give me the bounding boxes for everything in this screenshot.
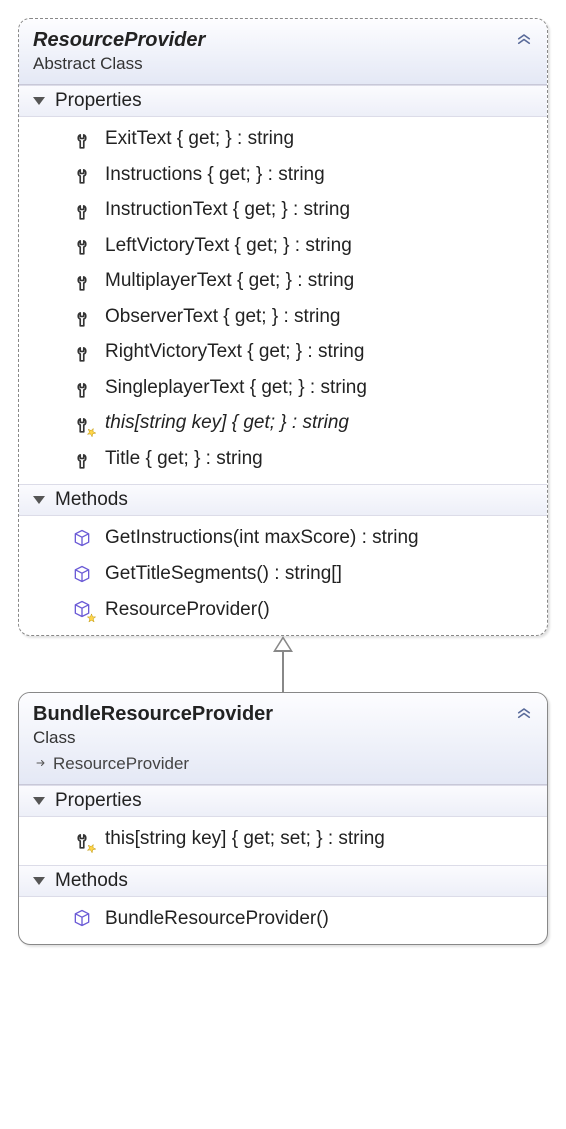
member-row[interactable]: InstructionText { get; } : string: [19, 192, 547, 228]
member-signature: RightVictoryText { get; } : string: [105, 338, 364, 366]
member-row[interactable]: GetInstructions(int maxScore) : string: [19, 520, 547, 556]
section-title: Properties: [55, 790, 142, 812]
cube-icon: [71, 598, 93, 620]
section-header[interactable]: Methods: [19, 484, 547, 516]
collapse-chevron-icon[interactable]: [515, 29, 533, 53]
wrench-icon: [71, 270, 93, 292]
wrench-icon: [71, 234, 93, 256]
wrench-icon: [71, 828, 93, 850]
member-row[interactable]: ExitText { get; } : string: [19, 121, 547, 157]
class-stereotype: Class: [33, 728, 533, 748]
section-header[interactable]: Methods: [19, 865, 547, 897]
member-row[interactable]: Title { get; } : string: [19, 441, 547, 477]
member-signature: ResourceProvider(): [105, 596, 270, 624]
wrench-icon: [71, 377, 93, 399]
inherits-label: ResourceProvider: [33, 754, 533, 774]
inherit-arrow-icon: [33, 756, 49, 773]
cube-icon: [71, 907, 93, 929]
member-signature: InstructionText { get; } : string: [105, 196, 350, 224]
member-list: BundleResourceProvider(): [19, 897, 547, 945]
member-row[interactable]: BundleResourceProvider(): [19, 901, 547, 937]
wrench-icon: [71, 341, 93, 363]
chevron-down-icon: [33, 97, 45, 105]
member-signature: SingleplayerText { get; } : string: [105, 374, 367, 402]
class-header: BundleResourceProviderClass ResourceProvi…: [19, 693, 547, 785]
chevron-down-icon: [33, 877, 45, 885]
member-list: this[string key] { get; set; } : string: [19, 817, 547, 865]
inheritance-connector: [18, 636, 548, 692]
class-box: ResourceProviderAbstract Class Properties…: [18, 18, 548, 636]
member-row[interactable]: ObserverText { get; } : string: [19, 299, 547, 335]
class-stereotype: Abstract Class: [33, 54, 533, 74]
member-signature: GetTitleSegments() : string[]: [105, 560, 342, 588]
member-row[interactable]: LeftVictoryText { get; } : string: [19, 228, 547, 264]
section-header[interactable]: Properties: [19, 85, 547, 117]
member-row[interactable]: MultiplayerText { get; } : string: [19, 263, 547, 299]
member-row[interactable]: this[string key] { get; set; } : string: [19, 821, 547, 857]
member-signature: ObserverText { get; } : string: [105, 303, 341, 331]
member-list: ExitText { get; } : string Instructions {…: [19, 117, 547, 484]
wrench-icon: [71, 306, 93, 328]
member-signature: MultiplayerText { get; } : string: [105, 267, 354, 295]
member-row[interactable]: Instructions { get; } : string: [19, 157, 547, 193]
inherits-name: ResourceProvider: [53, 754, 189, 773]
collapse-chevron-icon[interactable]: [515, 703, 533, 727]
member-row[interactable]: GetTitleSegments() : string[]: [19, 556, 547, 592]
member-signature: this[string key] { get; set; } : string: [105, 825, 385, 853]
member-signature: Title { get; } : string: [105, 445, 263, 473]
cube-icon: [71, 563, 93, 585]
class-title: BundleResourceProvider: [33, 703, 533, 726]
member-signature: LeftVictoryText { get; } : string: [105, 232, 352, 260]
member-signature: ExitText { get; } : string: [105, 125, 294, 153]
member-signature: this[string key] { get; } : string: [105, 409, 349, 437]
member-row[interactable]: this[string key] { get; } : string: [19, 405, 547, 441]
wrench-icon: [71, 412, 93, 434]
chevron-down-icon: [33, 797, 45, 805]
member-signature: Instructions { get; } : string: [105, 161, 325, 189]
member-signature: GetInstructions(int maxScore) : string: [105, 524, 419, 552]
cube-icon: [71, 527, 93, 549]
class-box: BundleResourceProviderClass ResourceProvi…: [18, 692, 548, 945]
member-signature: BundleResourceProvider(): [105, 905, 329, 933]
member-list: GetInstructions(int maxScore) : string Ge…: [19, 516, 547, 635]
class-title: ResourceProvider: [33, 29, 533, 52]
wrench-icon: [71, 163, 93, 185]
member-row[interactable]: SingleplayerText { get; } : string: [19, 370, 547, 406]
section-title: Methods: [55, 870, 128, 892]
class-header: ResourceProviderAbstract Class: [19, 19, 547, 85]
member-row[interactable]: ResourceProvider(): [19, 592, 547, 628]
wrench-icon: [71, 448, 93, 470]
wrench-icon: [71, 128, 93, 150]
section-title: Methods: [55, 489, 128, 511]
chevron-down-icon: [33, 496, 45, 504]
member-row[interactable]: RightVictoryText { get; } : string: [19, 334, 547, 370]
section-title: Properties: [55, 90, 142, 112]
wrench-icon: [71, 199, 93, 221]
section-header[interactable]: Properties: [19, 785, 547, 817]
